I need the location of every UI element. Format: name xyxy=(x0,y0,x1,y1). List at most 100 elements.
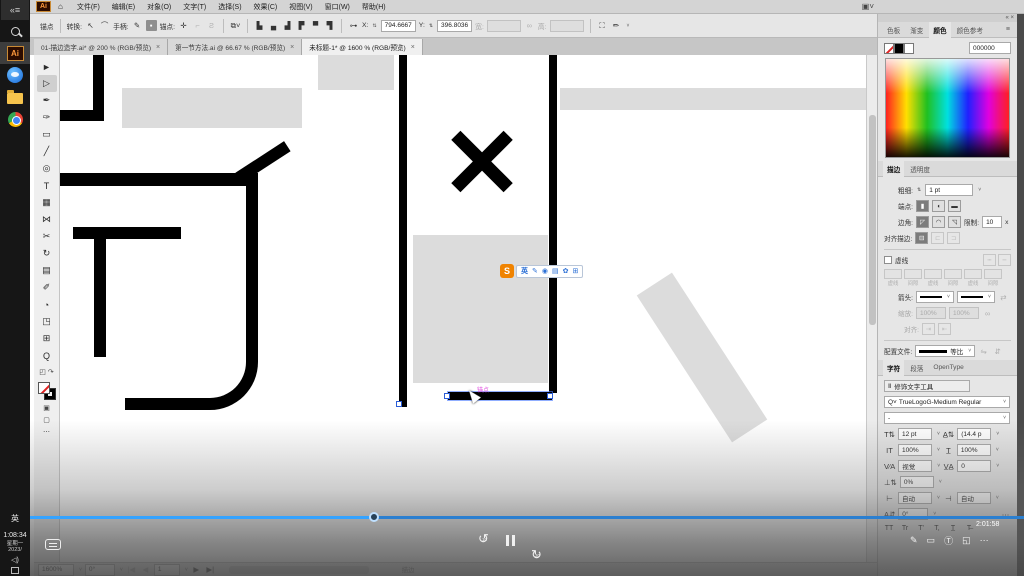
eyedropper-tool[interactable]: ✐ xyxy=(37,279,57,296)
convert-corner-icon[interactable]: ↖ xyxy=(85,20,96,31)
remove-anchor-icon[interactable]: ⌐ xyxy=(192,20,203,31)
volume-icon[interactable]: ◁) xyxy=(0,556,30,564)
panel-tab[interactable]: 透明度 xyxy=(906,164,934,174)
ime-keyboard-icon[interactable]: ▤ xyxy=(552,267,559,275)
scrollbar-thumb[interactable] xyxy=(869,115,876,325)
document-tab[interactable]: 未标题-1* @ 1600 % (RGB/预览) × xyxy=(302,39,423,55)
danmaku-box-icon[interactable]: ▭ xyxy=(927,535,936,546)
artwork-black-stroke[interactable] xyxy=(60,110,104,121)
artwork-black-vertical[interactable] xyxy=(399,55,407,407)
bevel-join-button[interactable]: ◹ xyxy=(948,216,961,228)
taskbar-chrome-app[interactable] xyxy=(0,108,30,130)
more-icon[interactable]: ⋯ xyxy=(980,535,989,546)
pen-tool[interactable]: ✒ xyxy=(37,92,57,109)
type-tool[interactable]: T xyxy=(37,177,57,194)
menu-item[interactable]: 效果(C) xyxy=(248,4,284,11)
panel-tab[interactable]: 段落 xyxy=(906,363,927,373)
arrange-documents-icon[interactable]: ▣˅ xyxy=(862,2,874,11)
panel-tab[interactable]: OpenType xyxy=(929,364,967,371)
align-right-icon[interactable]: ▟ xyxy=(282,20,293,31)
proportional-spacing-select[interactable]: 0% xyxy=(900,476,934,488)
weight-input[interactable]: 1 pt xyxy=(925,184,973,196)
menu-item[interactable]: 对象(O) xyxy=(141,4,177,11)
panel-tab[interactable]: 描边 xyxy=(883,161,904,177)
preserve-dash-button[interactable]: ┅ xyxy=(983,254,996,266)
spiral-tool[interactable]: ◎ xyxy=(37,160,57,177)
show-handles-icon[interactable]: ✎ xyxy=(132,20,143,31)
direct-selection-tool[interactable]: ▷ xyxy=(37,75,57,92)
add-anchor-icon[interactable]: ✛ xyxy=(178,20,189,31)
fill-stroke-proxy[interactable] xyxy=(38,382,56,400)
next-artboard-icon[interactable]: ▶ xyxy=(191,564,202,575)
menu-item[interactable]: 窗口(W) xyxy=(319,4,356,11)
menu-item[interactable]: 帮助(H) xyxy=(356,4,392,11)
miter-limit-input[interactable]: 10 xyxy=(982,216,1002,228)
close-dock-icon[interactable]: × xyxy=(1010,15,1014,21)
artboard-tool[interactable]: ⊞ xyxy=(37,330,57,347)
fill-stroke-indicator[interactable] xyxy=(884,43,914,54)
ime-pen-icon[interactable]: ✎ xyxy=(532,267,538,275)
align-inside-stroke-button[interactable]: ⊏ xyxy=(931,232,944,244)
scissors-tool[interactable]: ✂ xyxy=(37,228,57,245)
rotate-view-icon[interactable]: ◰ ↷ xyxy=(39,368,53,376)
kerning-select[interactable]: 视觉 xyxy=(898,460,932,472)
hide-handles-icon[interactable]: ▪ xyxy=(146,20,157,31)
color-spectrum[interactable] xyxy=(885,58,1010,158)
align-bottom-icon[interactable]: ▜ xyxy=(324,20,335,31)
panel-tab[interactable]: 色板 xyxy=(883,25,904,35)
rotation-select[interactable]: 0° xyxy=(85,564,115,576)
align-outside-stroke-button[interactable]: ⊐ xyxy=(947,232,960,244)
chevron-down-icon[interactable]: ˅ xyxy=(627,23,630,29)
blend-tool[interactable]: ◔ xyxy=(37,296,57,313)
font-size-select[interactable]: 12 pt xyxy=(898,428,932,440)
taskbar-collapse-button[interactable]: «≡ xyxy=(1,0,29,20)
swap-arrowheads-icon[interactable]: ⇄ xyxy=(998,292,1009,303)
width-tool[interactable]: ⋈ xyxy=(37,211,57,228)
butt-cap-button[interactable]: ▮ xyxy=(916,200,929,212)
menu-item[interactable]: 选择(S) xyxy=(212,4,247,11)
y-stepper[interactable]: ⇅ xyxy=(429,23,433,29)
space-after-select[interactable]: 自动 xyxy=(957,492,991,504)
clock-time[interactable]: 1:08:34 xyxy=(0,532,30,539)
menu-item[interactable]: 视图(V) xyxy=(283,4,318,11)
round-cap-button[interactable]: ◖ xyxy=(932,200,945,212)
mini-player-icon[interactable]: ◱ xyxy=(962,535,971,546)
align-middle-icon[interactable]: ▀ xyxy=(310,20,321,31)
transform-icon[interactable]: ⛶ xyxy=(597,20,608,31)
panel-tab[interactable]: 颜色参考 xyxy=(953,25,987,35)
selected-path-segment[interactable] xyxy=(448,392,552,400)
align-center-stroke-button[interactable]: ⊟ xyxy=(915,232,928,244)
prev-artboard-icon[interactable]: ◀ xyxy=(140,564,151,575)
reference-point-icon[interactable]: ⊶ xyxy=(348,20,359,31)
shape-builder-tool[interactable]: ◳ xyxy=(37,313,57,330)
horizontal-scrollbar[interactable] xyxy=(229,566,369,574)
draw-mode-icon[interactable]: ▣ xyxy=(43,404,50,412)
document-tab[interactable]: 01-描边造字.ai* @ 200 % (RGB/预览) × xyxy=(34,39,168,55)
taskbar-explorer-app[interactable] xyxy=(0,86,30,108)
space-before-select[interactable]: 自动 xyxy=(898,492,932,504)
selection-tool[interactable]: ► xyxy=(37,58,57,75)
ime-mode-label[interactable]: 英 xyxy=(521,266,528,276)
danmaku-toggle-icon[interactable] xyxy=(45,539,61,550)
weight-stepper[interactable]: ⇅ xyxy=(917,187,921,193)
arrowhead-start-select[interactable]: ˅ xyxy=(916,291,954,303)
artwork-black-vertical[interactable] xyxy=(549,55,557,393)
anchor-point[interactable] xyxy=(547,393,553,399)
taskbar-meeting-app[interactable] xyxy=(0,64,30,86)
projecting-cap-button[interactable]: ▬ xyxy=(948,200,961,212)
rotate-tool[interactable]: ↻ xyxy=(37,245,57,262)
anchor-point[interactable] xyxy=(396,401,402,407)
font-style-select[interactable]: -˅ xyxy=(884,412,1010,424)
ime-mic-icon[interactable]: ◉ xyxy=(542,267,548,275)
panel-tab[interactable]: 渐变 xyxy=(906,25,927,35)
artwork-black-stroke[interactable] xyxy=(94,239,106,357)
close-icon[interactable]: × xyxy=(411,44,415,51)
font-family-select[interactable]: Q˅TrueLogoG-Medium Regular˅ xyxy=(884,396,1010,408)
artboard-number-select[interactable]: 1 xyxy=(154,564,180,576)
forward-30-button[interactable]: ↻30 xyxy=(531,547,1024,563)
x-stepper[interactable]: ⇅ xyxy=(372,23,376,29)
artwork-black-stroke[interactable] xyxy=(73,227,181,239)
ime-indicator[interactable]: 英 xyxy=(0,513,30,524)
ime-skin-icon[interactable]: ✿ xyxy=(563,267,569,275)
last-artboard-icon[interactable]: ▶| xyxy=(205,564,216,575)
